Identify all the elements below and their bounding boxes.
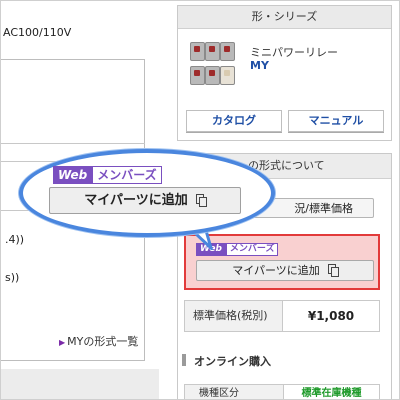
- spec-cell-text: s)): [5, 271, 20, 284]
- triangle-right-icon: ▶: [59, 338, 66, 347]
- price-value: ¥1,080: [307, 309, 355, 323]
- add-to-my-parts-label: マイパーツに追加: [84, 193, 188, 208]
- add-to-my-parts-label: マイパーツに追加: [232, 264, 320, 277]
- add-to-my-parts-button-zoomed[interactable]: マイパーツに追加: [49, 187, 241, 214]
- copy-icon: [327, 264, 339, 277]
- price-label: 標準価格(税別): [185, 301, 283, 331]
- series-list-link-label: MYの形式一覧: [67, 335, 139, 348]
- members-badge-text: メンバーズ: [92, 166, 162, 184]
- spec-divider: [1, 143, 145, 144]
- model-type-row: 機種区分 標準在庫機種: [184, 384, 380, 399]
- web-badge-text: Web: [53, 166, 93, 184]
- online-purchase-title: オンライン購入: [194, 355, 271, 368]
- product-model: MY: [250, 59, 269, 72]
- manual-button[interactable]: マニュアル: [288, 110, 384, 132]
- price-row: 標準価格(税別) ¥1,080: [184, 300, 380, 332]
- catalog-button[interactable]: カタログ: [186, 110, 282, 132]
- series-list-link[interactable]: ▶ MYの形式一覧: [59, 333, 138, 349]
- copy-icon: [195, 194, 207, 207]
- gray-footer-block: [1, 369, 159, 399]
- spec-voltage-text: AC100/110V: [3, 26, 72, 39]
- zoom-callout: Web メンバーズ マイパーツに追加: [19, 149, 275, 237]
- online-purchase-heading: オンライン購入: [182, 353, 380, 369]
- model-type-label: 機種区分: [184, 384, 284, 399]
- model-type-value: 標準在庫機種: [284, 384, 380, 399]
- members-badge-text: メンバーズ: [225, 243, 279, 256]
- members-badge-zoomed: Web メンバーズ: [53, 166, 162, 184]
- my-parts-highlight: Webメンバーズ マイパーツに追加: [184, 234, 380, 290]
- product-panel: 形・シリーズ ミニパワーリレー MY カタログ マニュアル: [177, 5, 392, 141]
- spec-cell-text: .4)): [5, 233, 25, 246]
- add-to-my-parts-button[interactable]: マイパーツに追加: [196, 260, 374, 281]
- product-name: ミニパワーリレー: [250, 46, 338, 59]
- panel-title: 形・シリーズ: [178, 6, 391, 29]
- page-frame: AC100/110V .4)) s)) ▶ MYの形式一覧 形・シリーズ ミニパワ…: [0, 0, 400, 400]
- relay-product-image: [190, 42, 244, 98]
